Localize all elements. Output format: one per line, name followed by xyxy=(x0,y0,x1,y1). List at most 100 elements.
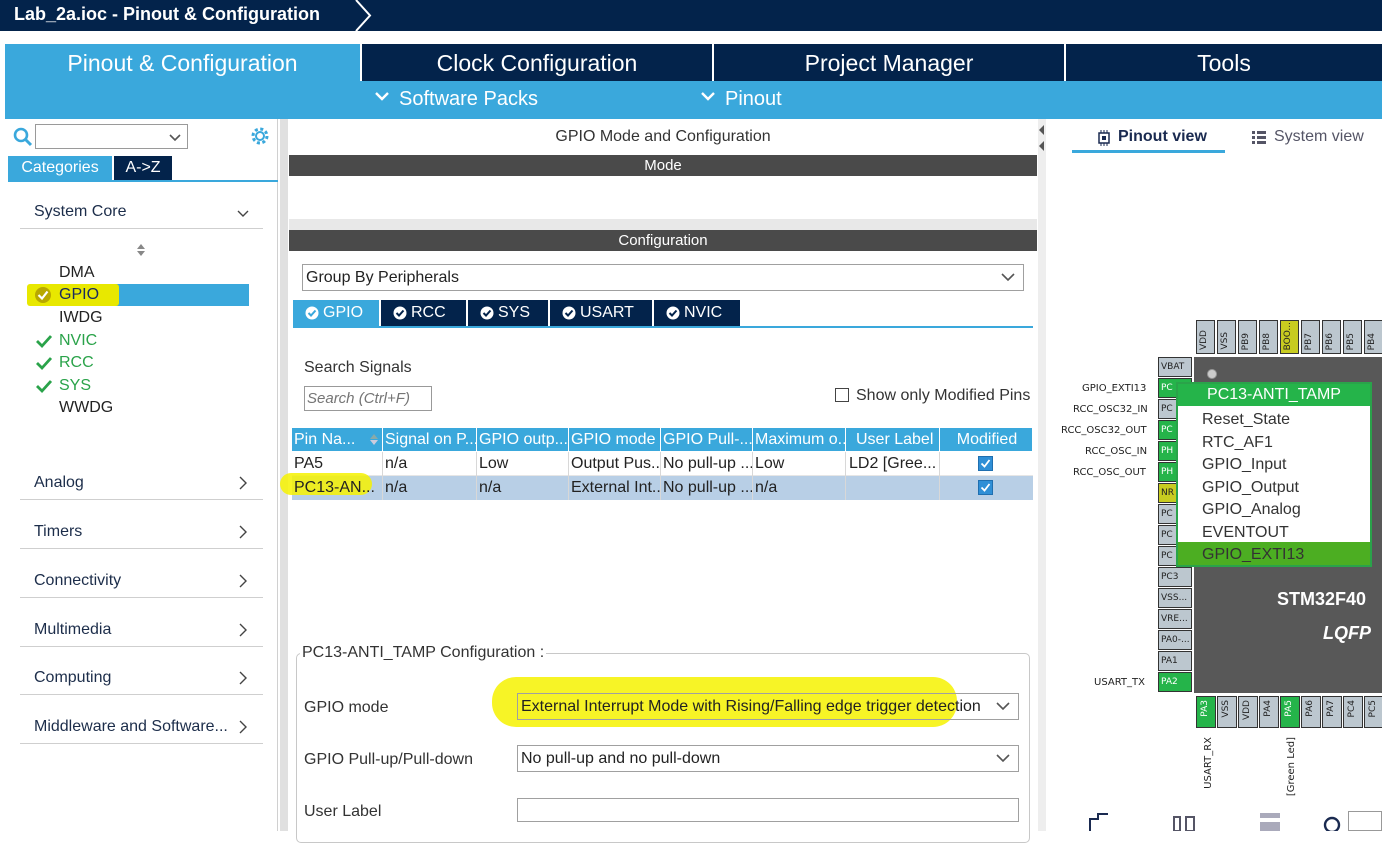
search-icon[interactable] xyxy=(1322,815,1342,831)
system-core-item-iwdg[interactable]: IWDG xyxy=(30,307,249,329)
popup-item-reset-state[interactable]: Reset_State xyxy=(1202,411,1290,429)
gear-icon[interactable] xyxy=(249,125,271,147)
column-gpio-mode[interactable]: GPIO mode xyxy=(569,428,661,451)
splitter[interactable] xyxy=(1038,119,1046,831)
category-analog[interactable]: Analog xyxy=(20,470,263,500)
category-multimedia[interactable]: Multimedia xyxy=(20,617,263,647)
tab-project-manager[interactable]: Project Manager xyxy=(714,44,1064,81)
popup-item-gpio-input[interactable]: GPIO_Input xyxy=(1202,456,1287,474)
tab-tools[interactable]: Tools xyxy=(1066,44,1382,81)
pin-vbat[interactable]: VBAT xyxy=(1158,357,1192,377)
pin-boot0[interactable]: BOO... xyxy=(1280,320,1299,354)
user-label-label: User Label xyxy=(304,803,382,820)
system-core-item-sys[interactable]: SYS xyxy=(30,375,249,397)
popup-item-eventout[interactable]: EVENTOUT xyxy=(1202,524,1289,542)
pin-pb8[interactable]: PB8 xyxy=(1259,320,1278,354)
search-input[interactable] xyxy=(35,124,188,149)
pin-pa1[interactable]: PA1 xyxy=(1158,651,1192,671)
pin-vdd-bottom[interactable]: VDD xyxy=(1238,696,1258,728)
category-timers[interactable]: Timers xyxy=(20,519,263,549)
popup-item-gpio-output[interactable]: GPIO_Output xyxy=(1202,479,1299,497)
pin-pc5[interactable]: PC5 xyxy=(1364,696,1382,728)
zoom-fit-icon[interactable] xyxy=(1086,813,1112,831)
tab-usart[interactable]: USART xyxy=(550,300,652,326)
software-packs-label: Software Packs xyxy=(399,88,538,110)
group-by-select[interactable]: Group By Peripherals xyxy=(302,264,1024,291)
system-core-item-nvic[interactable]: NVIC xyxy=(30,330,249,352)
column-maximum-output[interactable]: Maximum o... xyxy=(753,428,846,451)
pin-vss-bottom[interactable]: VSS xyxy=(1217,696,1237,728)
category-connectivity[interactable]: Connectivity xyxy=(20,568,263,598)
pinout-panel: Pinout view System view STM32F40 LQFP VD… xyxy=(1046,119,1382,831)
search-signals-label: Search Signals xyxy=(304,359,412,376)
pin-pc3[interactable]: PC3 xyxy=(1158,567,1192,587)
pin-label: PA5 xyxy=(1284,700,1294,717)
show-modified-checkbox[interactable] xyxy=(835,388,849,402)
tab-a-to-z[interactable]: A->Z xyxy=(114,156,172,180)
pin-pb5[interactable]: PB5 xyxy=(1343,320,1362,354)
tab-pinout-configuration[interactable]: Pinout & Configuration xyxy=(5,44,360,81)
pin-pa6[interactable]: PA6 xyxy=(1301,696,1321,728)
pin-pa4[interactable]: PA4 xyxy=(1259,696,1279,728)
pin-vssa[interactable]: VSS... xyxy=(1158,588,1192,608)
search-signals-input[interactable] xyxy=(304,386,432,411)
column-signal[interactable]: Signal on P... xyxy=(383,428,477,451)
pin-pa5[interactable]: PA5 xyxy=(1280,696,1300,728)
pin-pb6[interactable]: PB6 xyxy=(1322,320,1341,354)
pin-pa0[interactable]: PA0-... xyxy=(1158,630,1192,650)
column-gpio-pull[interactable]: GPIO Pull-... xyxy=(661,428,753,451)
gpio-pull-select[interactable]: No pull-up and no pull-down xyxy=(517,745,1019,772)
pin-pa7[interactable]: PA7 xyxy=(1322,696,1342,728)
popup-item-gpio-analog[interactable]: GPIO_Analog xyxy=(1202,501,1301,519)
cell-gpio-mode: External Int... xyxy=(569,476,661,500)
pin-label: PA7 xyxy=(1326,700,1336,717)
pin-vdd[interactable]: VDD xyxy=(1196,320,1215,354)
pin-pa2[interactable]: PA2 xyxy=(1158,672,1192,692)
search-icon[interactable] xyxy=(13,127,33,147)
sort-icon[interactable] xyxy=(136,243,146,257)
signal-label: RCC_OSC32_OUT xyxy=(1061,425,1147,436)
tab-rcc[interactable]: RCC xyxy=(381,300,466,326)
column-gpio-output[interactable]: GPIO outp... xyxy=(477,428,569,451)
tab-sys[interactable]: SYS xyxy=(468,300,548,326)
pinout-menu[interactable]: Pinout xyxy=(701,88,782,111)
pin-pb9[interactable]: PB9 xyxy=(1238,320,1257,354)
tab-clock-configuration[interactable]: Clock Configuration xyxy=(362,44,712,81)
popup-item-gpio-exti13[interactable]: GPIO_EXTI13 xyxy=(1202,546,1304,564)
tab-pinout-view[interactable]: Pinout view xyxy=(1072,127,1225,153)
pin-pc4[interactable]: PC4 xyxy=(1343,696,1363,728)
check-circle-icon xyxy=(666,306,680,320)
tab-nvic[interactable]: NVIC xyxy=(654,300,740,326)
system-core-item-wwdg[interactable]: WWDG xyxy=(30,397,249,419)
popup-item-rtc-af1[interactable]: RTC_AF1 xyxy=(1202,434,1273,452)
user-label-input[interactable] xyxy=(517,798,1019,822)
pin-pa3[interactable]: PA3 xyxy=(1196,696,1216,728)
pin-vss[interactable]: VSS xyxy=(1217,320,1236,354)
category-computing[interactable]: Computing xyxy=(20,665,263,695)
signal-label: USART_RX xyxy=(1203,737,1214,789)
pin-pb7[interactable]: PB7 xyxy=(1301,320,1320,354)
pin-vref[interactable]: VRE... xyxy=(1158,609,1192,629)
system-core-item-rcc[interactable]: RCC xyxy=(30,352,249,374)
tab-gpio[interactable]: GPIO xyxy=(293,300,379,326)
gpio-mode-select[interactable]: External Interrupt Mode with Rising/Fall… xyxy=(517,693,1019,720)
column-pin-name[interactable]: Pin Na... xyxy=(292,428,383,451)
layout-icon[interactable] xyxy=(1260,813,1280,831)
modified-checkbox[interactable] xyxy=(978,480,993,495)
modified-checkbox[interactable] xyxy=(978,456,993,471)
category-middleware[interactable]: Middleware and Software... xyxy=(20,714,263,744)
tab-system-view[interactable]: System view xyxy=(1251,127,1381,153)
pin-pb4[interactable]: PB4 xyxy=(1364,320,1382,354)
system-core-item-dma[interactable]: DMA xyxy=(30,262,249,284)
check-circle-icon xyxy=(35,287,51,303)
panel-icon[interactable] xyxy=(1172,815,1198,831)
column-modified[interactable]: Modified xyxy=(940,428,1033,451)
column-user-label[interactable]: User Label xyxy=(846,428,940,451)
software-packs-menu[interactable]: Software Packs xyxy=(375,88,538,111)
category-system-core[interactable]: System Core xyxy=(20,199,263,229)
system-core-item-gpio[interactable]: GPIO xyxy=(27,284,249,306)
category-label: Timers xyxy=(34,523,83,540)
zoom-input[interactable] xyxy=(1348,811,1382,831)
tab-categories[interactable]: Categories xyxy=(8,156,112,180)
collapse-arrow-icon[interactable] xyxy=(1038,123,1046,153)
